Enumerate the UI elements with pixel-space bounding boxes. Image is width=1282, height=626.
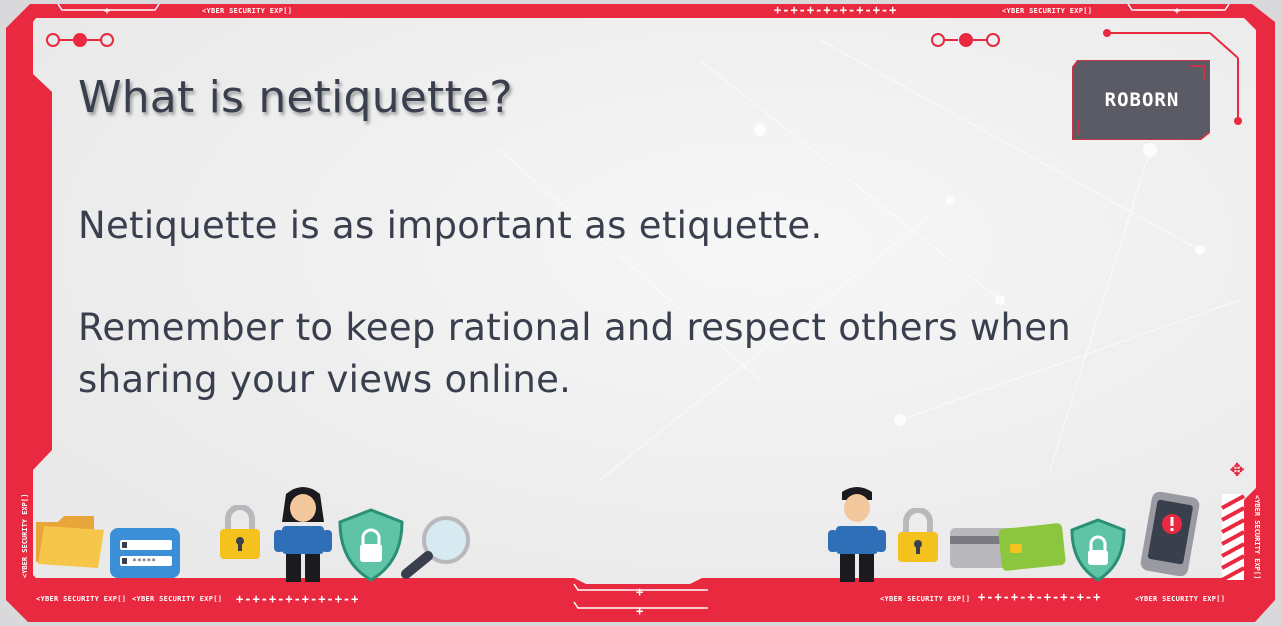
plus-chain-bottom-right: +-+-+-+-+-+-+-+ [978,590,1102,604]
magnifier-icon [401,516,470,579]
frame-tag-bottom-4: <YBER SECURITY EXP[] [1135,595,1226,603]
lego-woman-figure [274,487,332,582]
plus-chain-bottom-left: +-+-+-+-+-+-+-+ [236,592,360,606]
slide: + + + + <YBER SECURITY EXP[] <YBER SECUR… [0,0,1282,626]
slide-title: What is netiquette? [78,72,513,123]
folder-icon [36,516,104,568]
move-icon[interactable]: ✥ [1227,461,1247,481]
padlock-icon [898,508,938,562]
login-card-icon: ***** [110,528,180,578]
body-paragraph-1: Netiquette is as important as etiquette. [78,204,823,247]
frame-tag-bottom-2: <YBER SECURITY EXP[] [132,595,223,603]
svg-text:+: + [1174,6,1180,17]
frame-tag-bottom-3: <YBER SECURITY EXP[] [880,595,971,603]
body-paragraph-2: Remember to keep rational and respect ot… [78,306,1072,401]
frame-tag-bottom-1: <YBER SECURITY EXP[] [36,595,127,603]
svg-text:+: + [636,604,643,618]
padlock-icon [220,505,260,559]
svg-text:+: + [636,585,643,599]
svg-text:+: + [104,6,110,17]
lego-man-figure [828,487,886,582]
smartphone-alert-icon [1140,492,1200,576]
credit-cards-icon [950,523,1066,571]
frame-tag-left-vertical: <YBER SECURITY EXP[] [21,493,29,578]
frame-tag-top-right: <YBER SECURITY EXP[] [1002,7,1093,15]
plus-chain-top: +-+-+-+-+-+-+-+ [774,3,898,17]
shield-lock-icon [338,508,404,582]
svg-text:*****: ***** [132,557,156,566]
frame-tag-right-vertical: <YBER SECURITY EXP[] [1253,495,1261,580]
logo-text: ROBORN [1104,89,1180,111]
frame-tag-top-left: <YBER SECURITY EXP[] [202,7,293,15]
shield-lock-icon [1070,518,1126,582]
